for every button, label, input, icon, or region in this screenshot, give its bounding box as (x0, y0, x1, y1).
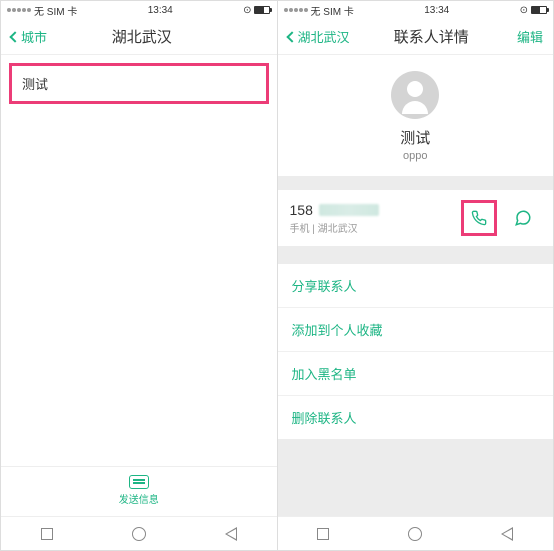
message-button[interactable] (505, 209, 541, 227)
chevron-left-icon (9, 31, 20, 42)
back-button[interactable]: 城市 (11, 27, 47, 46)
edit-button[interactable]: 编辑 (513, 27, 543, 46)
search-input[interactable]: 测试 (9, 63, 269, 104)
alarm-icon: ⊙ (243, 5, 251, 16)
phone-row: 158 手机 | 湖北武汉 (278, 190, 554, 246)
add-favorite-button[interactable]: 添加到个人收藏 (278, 308, 554, 352)
status-bar: 无 SIM 卡 13:34 ⊙ (1, 1, 277, 19)
redacted-number (319, 204, 379, 216)
back-label: 城市 (21, 27, 47, 46)
message-icon (129, 475, 149, 489)
contact-subtitle: oppo (278, 150, 554, 162)
nav-bar: 湖北武汉 联系人详情 编辑 (278, 19, 554, 55)
battery-icon (254, 6, 270, 14)
alarm-icon: ⊙ (520, 5, 528, 16)
contact-header: 测试 oppo (278, 55, 554, 176)
system-nav (1, 516, 277, 550)
share-contact-button[interactable]: 分享联系人 (278, 264, 554, 308)
phone-icon (471, 210, 487, 226)
phone-screen-left: 无 SIM 卡 13:34 ⊙ 城市 湖北武汉 测试 发送信息 (0, 0, 278, 551)
phone-number: 158 (290, 202, 462, 218)
battery-icon (531, 6, 547, 14)
page-title: 湖北武汉 (112, 26, 172, 47)
chevron-left-icon (286, 31, 297, 42)
back-button[interactable]: 湖北武汉 (288, 27, 350, 46)
back-system-button[interactable] (225, 527, 237, 541)
contact-name: 测试 (278, 127, 554, 148)
recents-button[interactable] (317, 528, 329, 540)
send-message-label: 发送信息 (1, 491, 277, 506)
chat-icon (514, 209, 532, 227)
recents-button[interactable] (41, 528, 53, 540)
avatar (391, 71, 439, 119)
system-nav (278, 516, 554, 550)
phone-screen-right: 无 SIM 卡 13:34 ⊙ 湖北武汉 联系人详情 编辑 测试 oppo 15… (278, 0, 554, 551)
phone-meta: 手机 | 湖北武汉 (290, 220, 462, 235)
home-button[interactable] (408, 527, 422, 541)
phone-info[interactable]: 158 手机 | 湖北武汉 (290, 202, 462, 235)
status-bar: 无 SIM 卡 13:34 ⊙ (278, 1, 554, 19)
back-label: 湖北武汉 (298, 27, 350, 46)
content-area: 测试 oppo 158 手机 | 湖北武汉 分享联系人 添加到个人收藏 加入黑 (278, 55, 554, 516)
back-system-button[interactable] (501, 527, 513, 541)
clock: 13:34 (424, 5, 449, 16)
nav-bar: 城市 湖北武汉 (1, 19, 277, 55)
send-message-button[interactable]: 发送信息 (1, 466, 277, 516)
action-list: 分享联系人 添加到个人收藏 加入黑名单 删除联系人 (278, 264, 554, 439)
carrier-label: 无 SIM 卡 (311, 3, 354, 18)
add-blacklist-button[interactable]: 加入黑名单 (278, 352, 554, 396)
page-title: 联系人详情 (394, 26, 469, 47)
content-area (1, 112, 277, 466)
call-button[interactable] (461, 200, 497, 236)
carrier-label: 无 SIM 卡 (34, 3, 77, 18)
delete-contact-button[interactable]: 删除联系人 (278, 396, 554, 439)
home-button[interactable] (132, 527, 146, 541)
clock: 13:34 (148, 5, 173, 16)
